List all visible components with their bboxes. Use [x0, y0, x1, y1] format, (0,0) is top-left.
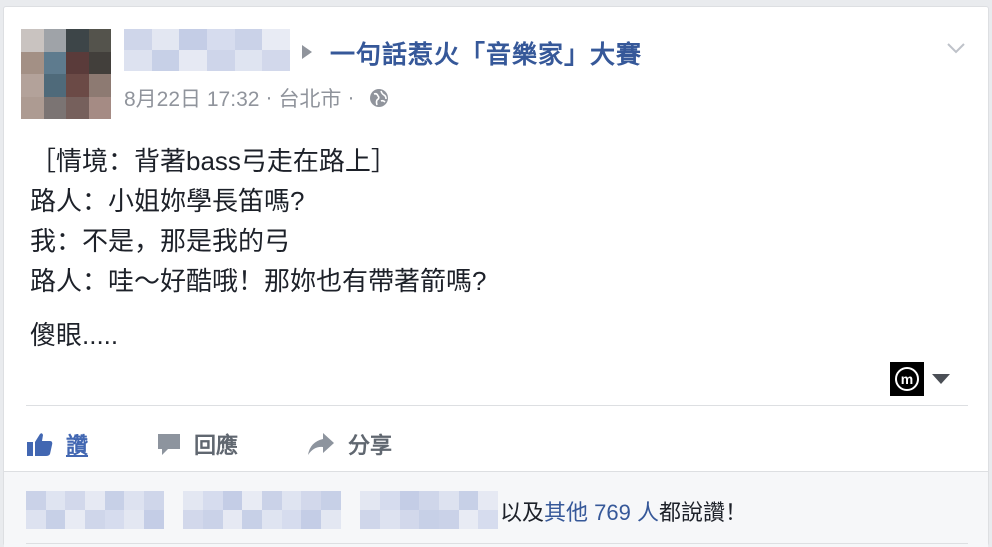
chevron-down-icon[interactable]: [945, 37, 967, 59]
share-arrow-icon: [308, 433, 335, 455]
share-button[interactable]: 分享: [306, 428, 392, 460]
group-name-link[interactable]: 一句話惹火「音樂家」大賽: [330, 35, 642, 71]
post-final-line: 傻眼.....: [30, 320, 119, 350]
likers-names-blurred[interactable]: [26, 491, 498, 529]
like-button[interactable]: 讚: [26, 428, 88, 460]
meta-separator: ·: [347, 86, 355, 109]
globe-icon[interactable]: [368, 87, 390, 109]
post-line: 我：不是，那是我的弓: [30, 226, 291, 256]
post-line: ［情境：背著bass弓走在路上］: [30, 146, 397, 176]
post-location[interactable]: 台北市: [278, 83, 341, 113]
post-card: 一句話惹火「音樂家」大賽 8月22日 17:32 · 台北市 · ［情境：背著b…: [3, 6, 989, 547]
post-line: 路人：哇～好酷哦！那妳也有帶著箭嗎?: [30, 266, 487, 296]
action-bar: 讚 回應 分享: [26, 419, 460, 469]
post-body: ［情境：背著bass弓走在路上］ 路人：小姐妳學長笛嗎? 我：不是，那是我的弓 …: [30, 141, 486, 355]
arrow-right-icon: [302, 45, 312, 59]
dropdown-arrow-icon[interactable]: [932, 374, 950, 384]
share-label: 分享: [348, 433, 393, 458]
other-likers-link[interactable]: 其他 769 人: [544, 500, 659, 525]
thumbs-up-icon: [27, 433, 53, 456]
meta-separator: ·: [265, 86, 273, 109]
comment-button[interactable]: 回應: [156, 428, 238, 460]
likes-prefix: 以及: [500, 500, 545, 525]
comment-icon: [158, 434, 181, 455]
likes-suffix: 都說讚！: [658, 500, 747, 525]
extension-m-icon[interactable]: m: [890, 362, 924, 396]
like-label: 讚: [66, 433, 89, 458]
avatar[interactable]: [21, 29, 111, 119]
post-timestamp[interactable]: 8月22日 17:32: [124, 83, 259, 113]
likes-summary: 以及其他 769 人都說讚！: [500, 495, 747, 527]
post-meta: 8月22日 17:32 · 台北市 ·: [124, 83, 390, 113]
post-line: 路人：小姐妳學長笛嗎?: [30, 186, 305, 216]
comment-label: 回應: [194, 433, 239, 458]
divider: [26, 405, 968, 406]
author-name-blurred[interactable]: [124, 29, 290, 71]
